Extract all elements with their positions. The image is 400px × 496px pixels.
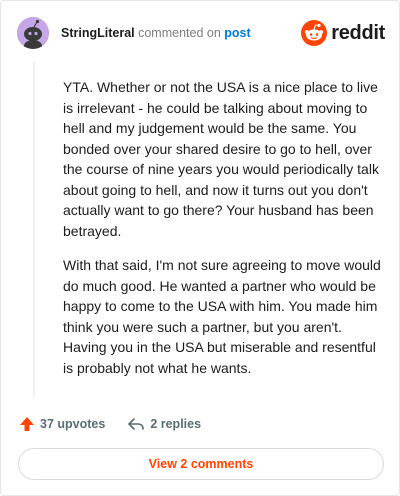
reddit-brand[interactable]: reddit (301, 19, 385, 47)
reddit-logo-icon (301, 20, 328, 46)
comment-actions: 37 upvotes 2 replies (19, 413, 223, 435)
upvote-button[interactable]: 37 upvotes (19, 416, 105, 432)
upvote-arrow-icon (20, 417, 34, 431)
reply-button[interactable]: 2 replies (127, 416, 201, 432)
comment-card: StringLiteral commented on post reddit Y… (0, 0, 400, 496)
username-link[interactable]: StringLiteral (61, 26, 135, 40)
post-link[interactable]: post (224, 26, 250, 40)
comment-body: YTA. Whether or not the USA is a nice pl… (63, 77, 385, 392)
byline-verb: commented on (138, 26, 221, 40)
reply-icon (128, 418, 145, 430)
reddit-wordmark: reddit (331, 21, 385, 44)
comment-paragraph: YTA. Whether or not the USA is a nice pl… (63, 79, 379, 239)
thread-line[interactable] (33, 61, 35, 397)
view-comments-button[interactable]: View 2 comments (18, 448, 384, 480)
comment-header: StringLiteral commented on post reddit (17, 17, 385, 51)
comment-paragraph: With that said, I'm not sure agreeing to… (63, 257, 381, 376)
upvote-count: 37 upvotes (40, 417, 106, 431)
comment-byline: StringLiteral commented on post (61, 26, 251, 40)
snoo-avatar-icon (17, 17, 49, 49)
reply-count: 2 replies (150, 417, 202, 431)
user-avatar[interactable] (17, 17, 49, 49)
